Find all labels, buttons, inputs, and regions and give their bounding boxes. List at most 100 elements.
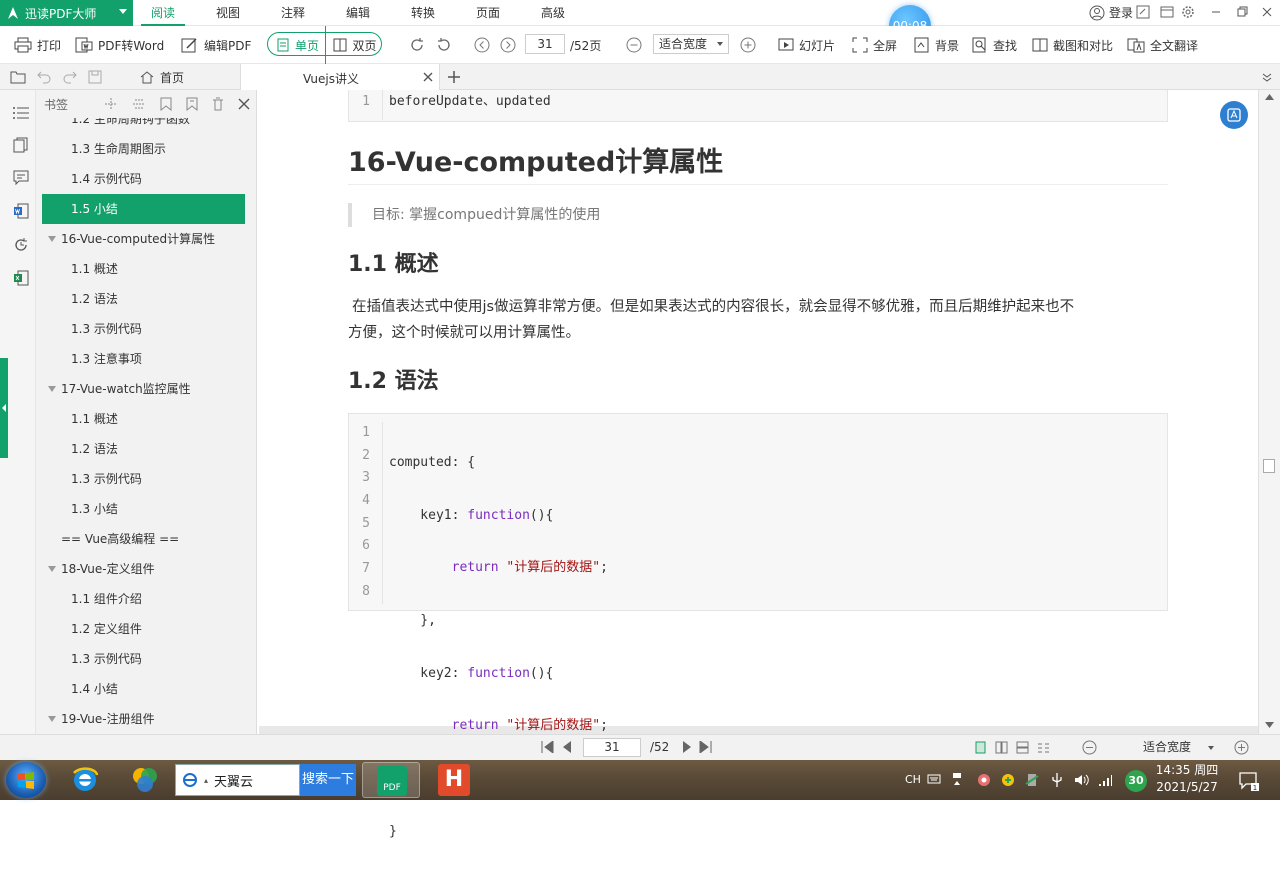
- collapse-all-icon[interactable]: [132, 97, 146, 111]
- taskbar-clock[interactable]: 14:35 周四 2021/5/27: [1152, 762, 1222, 798]
- tray-menu-icon[interactable]: [951, 771, 963, 787]
- bookmark-item[interactable]: 1.3 小结: [36, 494, 257, 524]
- menu-item-page[interactable]: 页面: [466, 0, 510, 26]
- tab-document[interactable]: Vuejs讲义: [240, 64, 440, 90]
- rotate-left-icon[interactable]: [436, 37, 452, 53]
- zoom-select[interactable]: 适合宽度: [653, 34, 729, 54]
- bookmark-item[interactable]: 1.2 语法: [36, 434, 257, 464]
- scroll-thumb[interactable]: [1263, 459, 1275, 473]
- bookmark-chapter[interactable]: 18-Vue-定义组件: [36, 554, 257, 584]
- first-page-icon[interactable]: [540, 741, 554, 753]
- taskbar-search-box[interactable]: ▴ 天翼云: [175, 764, 300, 796]
- minimize-icon[interactable]: [1210, 6, 1222, 18]
- view-continuous-icon[interactable]: [995, 741, 1008, 754]
- status-zoom-select[interactable]: 适合宽度: [1110, 738, 1224, 757]
- tab-list-chevron-icon[interactable]: [1262, 72, 1272, 82]
- bookmark-list-icon[interactable]: [12, 105, 30, 121]
- tray-badge[interactable]: 30: [1125, 770, 1147, 792]
- page-number-input[interactable]: 31: [525, 34, 565, 54]
- translate-button[interactable]: 全文翻译: [1127, 26, 1198, 64]
- taskbar-app-palette[interactable]: [122, 762, 168, 798]
- close-icon[interactable]: [1261, 6, 1273, 18]
- translate-float-button[interactable]: [1220, 101, 1248, 129]
- feedback-icon[interactable]: [1136, 5, 1150, 19]
- zoom-in-icon[interactable]: [1234, 740, 1249, 755]
- last-page-icon[interactable]: [699, 741, 713, 753]
- bookmark-item[interactable]: 1.1 组件介绍: [36, 584, 257, 614]
- prev-page-icon[interactable]: [474, 37, 490, 53]
- bookmark-item[interactable]: 1.4 示例代码: [36, 164, 257, 194]
- menu-item-edit[interactable]: 编辑: [336, 0, 380, 26]
- network-signal-icon[interactable]: [1097, 772, 1113, 788]
- zoom-in-icon[interactable]: [740, 37, 756, 53]
- expand-all-icon[interactable]: [104, 97, 118, 111]
- tray-flower-icon[interactable]: [977, 773, 991, 787]
- tray-device-icon[interactable]: [1025, 772, 1039, 788]
- keyboard-icon[interactable]: [927, 773, 941, 785]
- excel-convert-icon[interactable]: [13, 270, 29, 286]
- tab-home[interactable]: 首页: [140, 64, 184, 90]
- taskbar-pdf-app[interactable]: PDF: [362, 762, 420, 798]
- expand-triangle-icon[interactable]: [48, 716, 56, 722]
- add-bookmark-icon[interactable]: [160, 97, 172, 111]
- sidebar-collapse-handle[interactable]: [0, 358, 8, 458]
- zoom-out-icon[interactable]: [626, 37, 642, 53]
- taskbar-h-app-icon[interactable]: H: [438, 764, 470, 796]
- crop-compare-button[interactable]: 截图和对比: [1032, 26, 1113, 64]
- status-page-input[interactable]: 31: [583, 738, 641, 757]
- rotate-right-icon[interactable]: [409, 37, 425, 53]
- pdf-to-word-button[interactable]: PDF转Word: [75, 26, 164, 64]
- next-page-icon[interactable]: [500, 37, 516, 53]
- background-button[interactable]: 背景: [914, 26, 959, 64]
- scroll-up-icon[interactable]: [1265, 94, 1274, 100]
- menu-item-advanced[interactable]: 高级: [531, 0, 575, 26]
- bookmark-item[interactable]: 1.3 示例代码: [36, 644, 257, 674]
- comments-icon[interactable]: [13, 170, 29, 186]
- slideshow-button[interactable]: 幻灯片: [778, 26, 835, 64]
- expand-triangle-icon[interactable]: [48, 386, 56, 392]
- view-double-icon[interactable]: [1016, 741, 1029, 754]
- input-language[interactable]: CH: [905, 770, 921, 790]
- open-folder-icon[interactable]: [10, 70, 26, 84]
- menu-item-annotate[interactable]: 注释: [271, 0, 315, 26]
- thumbnails-icon[interactable]: [13, 137, 29, 153]
- close-tab-icon[interactable]: [423, 72, 433, 82]
- taskbar-search-button[interactable]: 搜索一下: [300, 764, 356, 796]
- word-convert-icon[interactable]: [13, 203, 29, 219]
- app-brand-menu[interactable]: 迅读PDF大师: [0, 0, 133, 26]
- start-button[interactable]: [6, 762, 46, 798]
- bookmark-item[interactable]: 1.2 语法: [36, 284, 257, 314]
- bookmark-item[interactable]: 1.1 概述: [36, 254, 257, 284]
- action-center-icon[interactable]: 1: [1238, 770, 1260, 792]
- scroll-down-icon[interactable]: [1265, 722, 1274, 728]
- print-button[interactable]: 打印: [14, 26, 61, 64]
- bookmark-item[interactable]: 1.2 定义组件: [36, 614, 257, 644]
- login-button[interactable]: 登录: [1089, 4, 1133, 21]
- restore-icon[interactable]: [1236, 6, 1248, 18]
- zoom-out-icon[interactable]: [1082, 740, 1097, 755]
- menu-item-view[interactable]: 视图: [206, 0, 250, 26]
- tray-security-icon[interactable]: [1001, 773, 1015, 787]
- bookmark-item[interactable]: 1.3 注意事项: [36, 344, 257, 374]
- bookmark-item[interactable]: 1.1 概述: [36, 404, 257, 434]
- bookmark-chapter[interactable]: 16-Vue-computed计算属性: [36, 224, 257, 254]
- bookmark-item[interactable]: 1.4 小结: [36, 674, 257, 704]
- bookmark-item-selected[interactable]: 1.5 小结: [42, 194, 245, 224]
- delete-bookmark-icon[interactable]: [212, 97, 224, 111]
- new-tab-icon[interactable]: [447, 70, 461, 84]
- next-page-icon[interactable]: [682, 741, 692, 753]
- redo-icon[interactable]: [62, 70, 78, 84]
- edit-pdf-button[interactable]: 编辑PDF: [181, 26, 251, 64]
- bookmark-chapter[interactable]: 17-Vue-watch监控属性: [36, 374, 257, 404]
- prev-page-icon[interactable]: [562, 741, 572, 753]
- menu-item-convert[interactable]: 转换: [401, 0, 445, 26]
- view-grid-icon[interactable]: [1037, 741, 1050, 754]
- undo-icon[interactable]: [36, 70, 52, 84]
- bookmark-item[interactable]: 1.3 示例代码: [36, 314, 257, 344]
- save-icon[interactable]: [88, 70, 102, 84]
- volume-icon[interactable]: [1073, 772, 1089, 788]
- expand-triangle-icon[interactable]: [48, 566, 56, 572]
- taskbar-ie[interactable]: [62, 762, 108, 798]
- bookmark-item[interactable]: == Vue高级编程 ==: [36, 524, 257, 554]
- bookmark-item[interactable]: 1.2 生命周期钩子函数: [36, 118, 257, 134]
